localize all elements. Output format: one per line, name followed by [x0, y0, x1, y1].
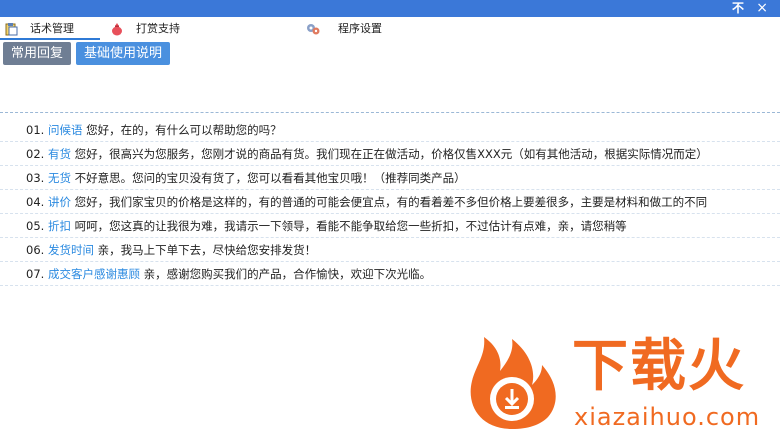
watermark-domain: xiazaihuo.com: [574, 403, 761, 431]
reply-keyword: 折扣: [47, 219, 71, 233]
reply-number: 02.: [26, 147, 45, 161]
reply-number: 05.: [26, 219, 45, 233]
toolbar: 常用回复 基础使用说明: [3, 42, 171, 65]
reply-number: 06.: [26, 243, 45, 257]
clipboard-icon: [4, 22, 18, 36]
reply-row[interactable]: 06. 发货时间 亲，我马上下单下去，尽快给您安排发货！: [0, 238, 780, 262]
pin-button[interactable]: 不: [732, 0, 744, 17]
reply-number: 03.: [26, 171, 45, 185]
reply-keyword: 讲价: [47, 195, 71, 209]
reply-row[interactable]: 04. 讲价 您好，我们家宝贝的价格是这样的，有的普通的可能会便宜点，有的看着差…: [0, 190, 780, 214]
section-divider: [0, 112, 780, 113]
tab-donate-support[interactable]: 打赏支持: [110, 19, 180, 39]
reply-text: 不好意思。您问的宝贝没有货了，您可以看看其他宝贝哦！（推荐同类产品）: [74, 171, 466, 185]
tab-label: 话术管理: [30, 22, 74, 35]
reply-text: 亲，我马上下单下去，尽快给您安排发货！: [97, 243, 317, 257]
reply-list: 01. 问候语 您好，在的，有什么可以帮助您的吗？ 02. 有货 您好，很高兴为…: [0, 118, 780, 286]
close-button[interactable]: ×: [756, 0, 768, 17]
reply-keyword: 成交客户感谢惠顾: [47, 267, 140, 281]
common-reply-button[interactable]: 常用回复: [3, 42, 72, 65]
tab-script-management[interactable]: 话术管理: [4, 19, 74, 39]
reply-keyword: 问候语: [47, 123, 83, 137]
tab-label: 打赏支持: [136, 22, 180, 35]
reply-text: 您好，很高兴为您服务，您刚才说的商品有货。我们现在正在做活动，价格仅售XXX元（…: [74, 147, 708, 161]
reply-text: 您好，在的，有什么可以帮助您的吗？: [86, 123, 282, 137]
watermark-brand: 下载火: [572, 334, 746, 399]
reply-number: 07.: [26, 267, 45, 281]
money-bag-icon: [110, 22, 124, 36]
gears-icon: [306, 22, 320, 36]
title-bar: 不 ×: [0, 0, 780, 17]
reply-text: 亲，感谢您购买我们的产品，合作愉快，欢迎下次光临。: [143, 267, 432, 281]
reply-number: 01.: [26, 123, 45, 137]
reply-row[interactable]: 05. 折扣 呵呵，您这真的让我很为难，我请示一下领导，看能不能争取给您一些折扣…: [0, 214, 780, 238]
reply-keyword: 有货: [47, 147, 71, 161]
tab-program-settings[interactable]: 程序设置: [306, 19, 382, 39]
active-tab-indicator: [0, 38, 100, 40]
reply-text: 呵呵，您这真的让我很为难，我请示一下领导，看能不能争取给您一些折扣，不过估计有点…: [74, 219, 627, 233]
reply-row[interactable]: 02. 有货 您好，很高兴为您服务，您刚才说的商品有货。我们现在正在做活动，价格…: [0, 142, 780, 166]
basic-guide-button[interactable]: 基础使用说明: [76, 42, 171, 65]
reply-text: 您好，我们家宝贝的价格是这样的，有的普通的可能会便宜点，有的看着差不多但价格上要…: [74, 195, 708, 209]
watermark-logo: 下载火 xiazaihuo.com: [462, 333, 780, 435]
reply-row[interactable]: 07. 成交客户感谢惠顾 亲，感谢您购买我们的产品，合作愉快，欢迎下次光临。: [0, 262, 780, 286]
reply-row[interactable]: 01. 问候语 您好，在的，有什么可以帮助您的吗？: [0, 118, 780, 142]
flame-download-icon: [470, 337, 556, 429]
tab-bar: 话术管理 打赏支持 程序设置: [0, 17, 780, 39]
reply-keyword: 无货: [47, 171, 71, 185]
reply-row[interactable]: 03. 无货 不好意思。您问的宝贝没有货了，您可以看看其他宝贝哦！（推荐同类产品…: [0, 166, 780, 190]
reply-keyword: 发货时间: [47, 243, 94, 257]
tab-label: 程序设置: [338, 22, 382, 35]
reply-number: 04.: [26, 195, 45, 209]
